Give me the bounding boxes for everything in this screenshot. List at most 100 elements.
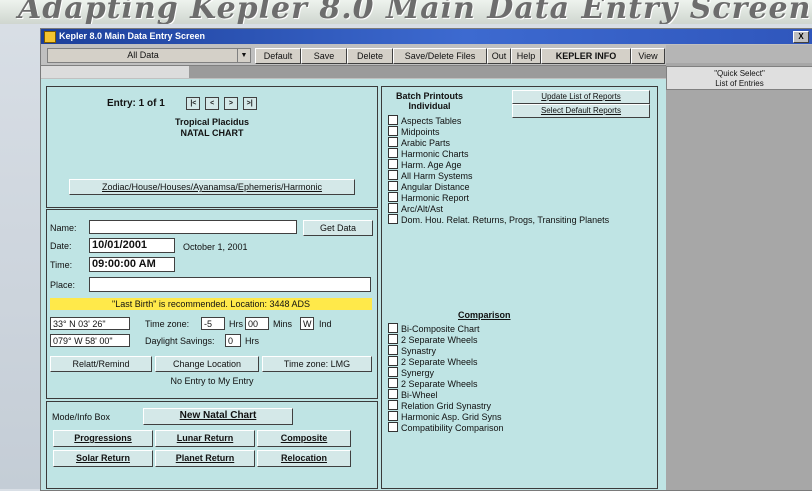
report-item-label: Aspects Tables	[401, 116, 462, 126]
report-item-label: Synergy	[401, 368, 435, 378]
report-checkbox-item[interactable]: All Harm Systems	[388, 170, 473, 181]
report-checkbox-item[interactable]: Harmonic Charts	[388, 148, 469, 159]
checkbox[interactable]	[388, 334, 398, 344]
report-item-label: Angular Distance	[401, 182, 470, 192]
entry-counter: Entry: 1 of 1	[107, 98, 165, 110]
report-checkbox-item[interactable]: Bi-Wheel	[388, 389, 438, 400]
lunar-return-button[interactable]: Lunar Return	[155, 430, 255, 447]
default-button[interactable]: Default	[255, 48, 301, 64]
first-entry-button[interactable]: |<	[186, 97, 201, 110]
kepler-info-button[interactable]: KEPLER INFO	[541, 48, 631, 64]
date-label: Date:	[50, 241, 72, 251]
select-default-reports-button[interactable]: Select Default Reports	[512, 104, 650, 118]
checkbox[interactable]	[388, 126, 398, 136]
time-zone-label: Time zone:	[145, 319, 190, 329]
reset-reminder-button[interactable]: Relatt/Remind	[50, 356, 152, 372]
report-checkbox-item[interactable]: Relation Grid Synastry	[388, 400, 491, 411]
place-field[interactable]	[89, 277, 371, 292]
save-delete-files-button[interactable]: Save/Delete Files	[393, 48, 487, 64]
composite-button[interactable]: Composite	[257, 430, 351, 447]
help-button[interactable]: Help	[511, 48, 541, 64]
date-field[interactable]: 10/01/2001	[89, 238, 175, 253]
tz-mins-field[interactable]: 00	[245, 317, 269, 330]
report-checkbox-item[interactable]: Angular Distance	[388, 181, 470, 192]
banner-text: Adapting Kepler 8.0 Main Data Entry Scre…	[18, 0, 812, 24]
checkbox[interactable]	[388, 411, 398, 421]
checkbox[interactable]	[388, 148, 398, 158]
page-banner: Adapting Kepler 8.0 Main Data Entry Scre…	[0, 0, 812, 24]
report-item-label: Harm. Age Age	[401, 160, 462, 170]
report-checkbox-item[interactable]: 2 Separate Wheels	[388, 378, 478, 389]
checkbox[interactable]	[388, 345, 398, 355]
report-item-label: Compatibility Comparison	[401, 423, 504, 433]
report-checkbox-item[interactable]: Synergy	[388, 367, 434, 378]
out-button[interactable]: Out	[487, 48, 511, 64]
progressions-button[interactable]: Progressions	[53, 430, 153, 447]
name-field[interactable]	[89, 220, 297, 234]
birth-data-form: Name: Get Data Date: 10/01/2001 October …	[46, 209, 378, 399]
view-button[interactable]: View	[631, 48, 665, 64]
checkbox[interactable]	[388, 115, 398, 125]
quick-select-line2: List of Entries	[715, 79, 764, 88]
chevron-down-icon[interactable]: ▼	[237, 48, 251, 63]
time-zone-lmg-button[interactable]: Time zone: LMG	[262, 356, 372, 372]
checkbox[interactable]	[388, 378, 398, 388]
report-checkbox-item[interactable]: Synastry	[388, 345, 436, 356]
report-checkbox-item[interactable]: Harmonic Asp. Grid Syns	[388, 411, 502, 422]
report-item-label: 2 Separate Wheels	[401, 379, 478, 389]
report-list-panel: Batch Printouts Individual Update List o…	[381, 86, 658, 489]
quick-select-line1: "Quick Select"	[714, 69, 765, 78]
checkbox[interactable]	[388, 389, 398, 399]
checkbox[interactable]	[388, 181, 398, 191]
report-checkbox-item[interactable]: Harm. Age Age	[388, 159, 462, 170]
latitude-field[interactable]: 33° N 03' 26"	[50, 317, 130, 330]
longitude-field[interactable]: 079° W 58' 00"	[50, 334, 130, 347]
time-field[interactable]: 09:00:00 AM	[89, 257, 175, 272]
time-label: Time:	[50, 260, 73, 270]
dst-field[interactable]: 0	[225, 334, 241, 347]
prev-entry-button[interactable]: <	[205, 97, 220, 110]
report-checkbox-item[interactable]: Arc/Alt/Ast	[388, 203, 443, 214]
checkbox[interactable]	[388, 323, 398, 333]
checkbox[interactable]	[388, 203, 398, 213]
zodiac-settings-button[interactable]: Zodiac/House/Houses/Ayanamsa/Ephemeris/H…	[69, 179, 355, 195]
planet-return-button[interactable]: Planet Return	[155, 450, 255, 467]
report-checkbox-item[interactable]: Compatibility Comparison	[388, 422, 504, 433]
data-filter-dropdown[interactable]: All Data	[47, 48, 239, 63]
checkbox[interactable]	[388, 356, 398, 366]
report-checkbox-item[interactable]: Aspects Tables	[388, 115, 461, 126]
report-checkbox-item[interactable]: Harmonic Report	[388, 192, 469, 203]
report-checkbox-item[interactable]: Midpoints	[388, 126, 440, 137]
report-checkbox-item[interactable]: 2 Separate Wheels	[388, 356, 478, 367]
relocation-button[interactable]: Relocation	[257, 450, 351, 467]
checkbox[interactable]	[388, 367, 398, 377]
checkbox[interactable]	[388, 137, 398, 147]
new-natal-chart-button[interactable]: New Natal Chart	[143, 408, 293, 425]
report-checkbox-item[interactable]: Dom. Hou. Relat. Returns, Progs, Transit…	[388, 214, 609, 225]
checkbox[interactable]	[388, 214, 398, 224]
main-area: Entry: 1 of 1 |< < > >| Tropical Placidu…	[41, 79, 666, 490]
get-data-button[interactable]: Get Data	[303, 220, 373, 236]
report-checkbox-item[interactable]: Bi-Composite Chart	[388, 323, 480, 334]
last-entry-button[interactable]: >|	[242, 97, 257, 110]
solar-return-button[interactable]: Solar Return	[53, 450, 153, 467]
update-reports-button[interactable]: Update List of Reports	[512, 90, 650, 104]
tz-direction-field[interactable]: W	[300, 317, 314, 330]
close-button[interactable]: X	[793, 31, 809, 43]
report-item-label: Bi-Composite Chart	[401, 324, 480, 334]
next-entry-button[interactable]: >	[223, 97, 238, 110]
report-checkbox-item[interactable]: Arabic Parts	[388, 137, 450, 148]
delete-button[interactable]: Delete	[347, 48, 393, 64]
checkbox[interactable]	[388, 170, 398, 180]
report-item-label: Harmonic Charts	[401, 149, 469, 159]
change-location-button[interactable]: Change Location	[155, 356, 259, 372]
checkbox[interactable]	[388, 422, 398, 432]
checkbox[interactable]	[388, 400, 398, 410]
tz-hours-field[interactable]: -5	[201, 317, 225, 330]
checkbox[interactable]	[388, 159, 398, 169]
report-checkbox-item[interactable]: 2 Separate Wheels	[388, 334, 478, 345]
save-button[interactable]: Save	[301, 48, 347, 64]
checkbox[interactable]	[388, 192, 398, 202]
report-item-label: Arabic Parts	[401, 138, 451, 148]
entry-panel: Entry: 1 of 1 |< < > >| Tropical Placidu…	[46, 86, 378, 208]
